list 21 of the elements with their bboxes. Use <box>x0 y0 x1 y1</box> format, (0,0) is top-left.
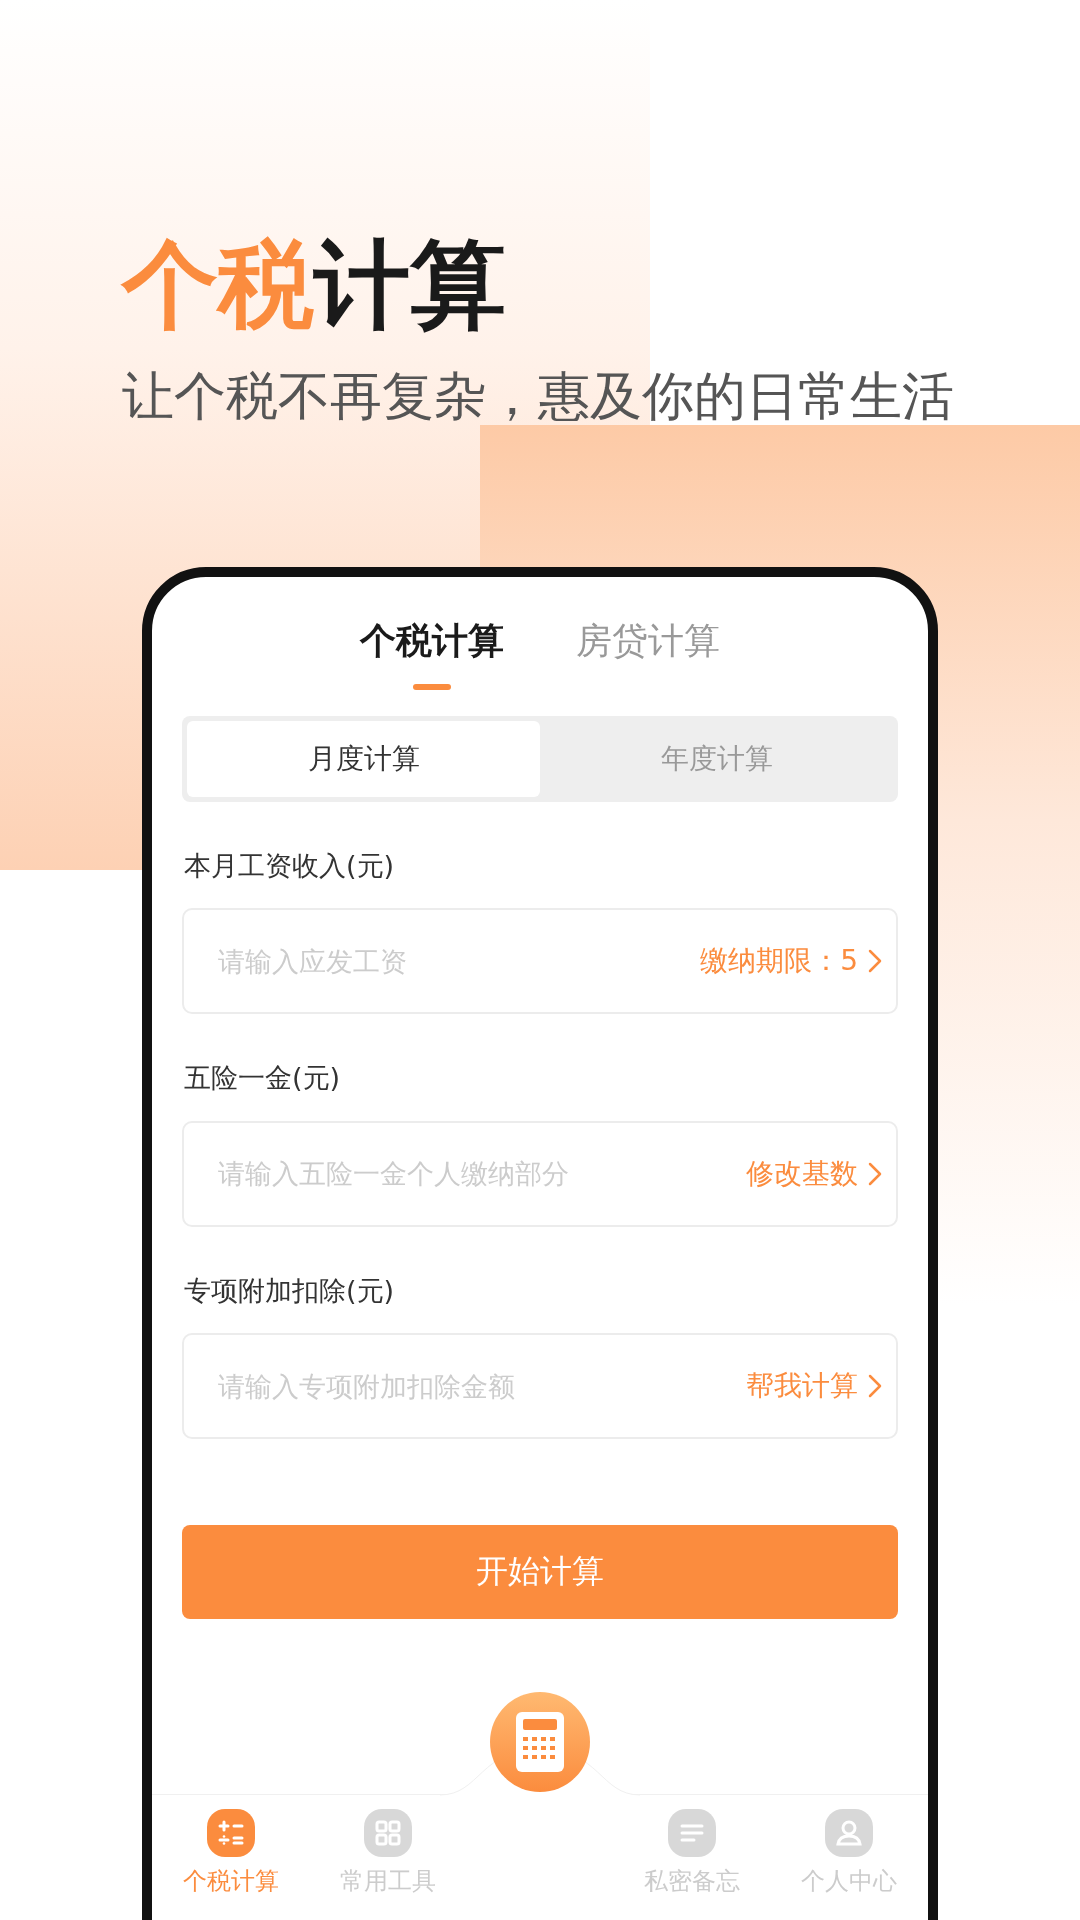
person-icon <box>825 1809 874 1857</box>
math-symbols-icon <box>206 1809 255 1857</box>
field-action-link[interactable]: 缴纳期限：5 <box>700 942 882 981</box>
top-tab[interactable]: 个税计算 <box>360 617 504 690</box>
notes-icon <box>667 1809 716 1857</box>
grid-icon <box>364 1809 413 1857</box>
chevron-right-icon <box>868 1161 882 1186</box>
period-tab[interactable]: 年度计算 <box>540 721 893 797</box>
page-title: 个税计算 <box>122 228 506 343</box>
field-action-link[interactable]: 修改基数 <box>746 1154 882 1193</box>
field-label: 五险一金(元) <box>184 1062 341 1095</box>
field-action-link[interactable]: 帮我计算 <box>746 1367 882 1406</box>
page-subtitle: 让个税不再复杂，惠及你的日常生活 <box>122 365 954 428</box>
top-tab[interactable]: 房贷计算 <box>576 617 720 690</box>
period-tab[interactable]: 月度计算 <box>187 721 540 797</box>
field-label: 本月工资收入(元) <box>184 850 395 883</box>
chevron-right-icon <box>868 1374 882 1399</box>
calculator-icon <box>516 1712 564 1772</box>
chevron-right-icon <box>868 949 882 974</box>
field-label: 专项附加扣除(元) <box>184 1274 395 1308</box>
start-calculation-button[interactable]: 开始计算 <box>182 1525 898 1620</box>
